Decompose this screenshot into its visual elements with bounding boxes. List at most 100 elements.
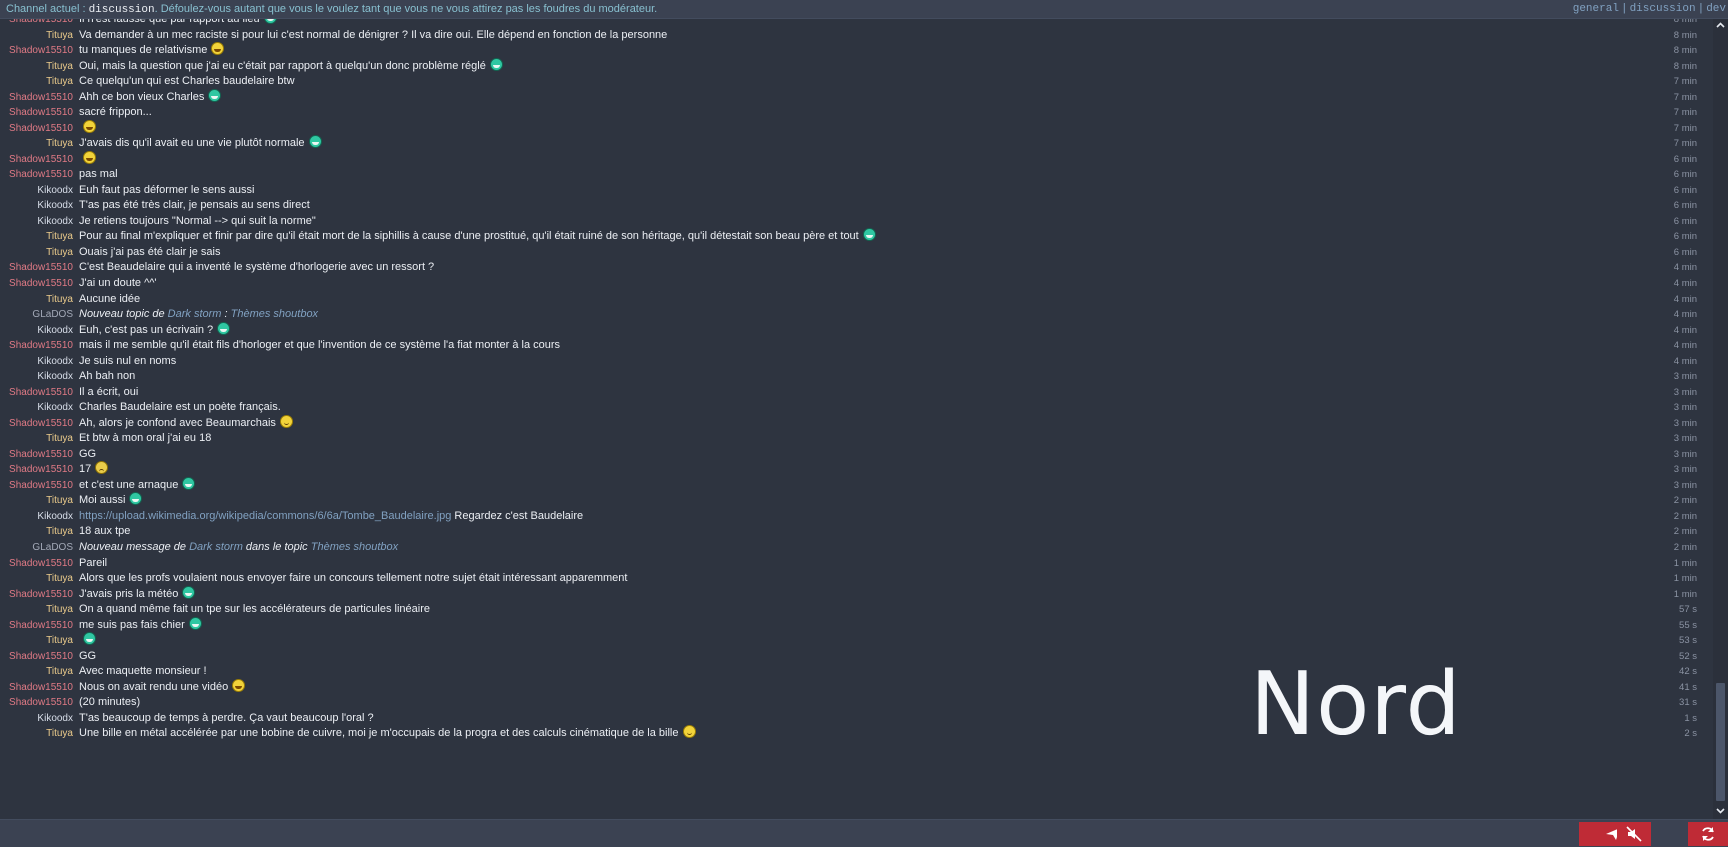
message-author[interactable]: Shadow15510 (9, 477, 73, 494)
message-text: Alors que les profs voulaient nous envoy… (79, 570, 627, 587)
message-timestamp: 3 min (1673, 386, 1697, 398)
message-author[interactable]: GLaDOS (32, 539, 73, 556)
message-fragment: Je suis nul en noms (79, 354, 177, 367)
message-author[interactable]: Kikoodx (37, 710, 73, 727)
topic-link[interactable]: Dark storm (189, 541, 243, 553)
topic-link[interactable]: Dark storm (168, 308, 222, 320)
message-timestamp: 2 min (1673, 542, 1697, 554)
message-author[interactable]: Shadow15510 (9, 337, 73, 354)
message-author[interactable]: Shadow15510 (9, 648, 73, 665)
message-text: T'as beaucoup de temps à perdre. Ça vaut… (79, 710, 374, 727)
message-fragment: J'avais dis qu'il avait eu une vie plutô… (79, 137, 305, 150)
message-author[interactable]: Shadow15510 (9, 42, 73, 59)
message-author[interactable]: Tituya (46, 430, 73, 447)
message-author[interactable]: Shadow15510 (9, 120, 73, 137)
message-timestamp: 7 min (1673, 107, 1697, 119)
message-author[interactable]: Shadow15510 (9, 151, 73, 168)
message-author[interactable]: Kikoodx (37, 508, 73, 525)
message-fragment: Ah, alors je confond avec Beaumarchais (79, 416, 276, 429)
message-text: Ah bah non (79, 368, 135, 385)
message-scrollbar[interactable] (1713, 19, 1728, 819)
message-author[interactable]: Tituya (46, 291, 73, 308)
message-author[interactable]: Tituya (46, 523, 73, 540)
message-row: Kikoodx Euh faut pas déformer le sens aus… (0, 182, 1712, 199)
message-link[interactable]: https://upload.wikimedia.org/wikipedia/c… (79, 510, 451, 522)
message-author[interactable]: Kikoodx (37, 368, 73, 385)
channel-link-discussion[interactable]: discussion (1630, 3, 1696, 15)
message-author[interactable]: Shadow15510 (9, 586, 73, 603)
message-author[interactable]: Tituya (46, 58, 73, 75)
message-author[interactable]: Tituya (46, 570, 73, 587)
message-row: Shadow15510 GG 3 min (0, 446, 1712, 463)
message-author[interactable]: Shadow15510 (9, 259, 73, 276)
topic-link[interactable]: Thèmes shoutbox (231, 308, 318, 320)
message-author[interactable]: Shadow15510 (9, 679, 73, 696)
message-text: mais il me semble qu'il était fils d'hor… (79, 337, 560, 354)
message-author[interactable]: Shadow15510 (9, 617, 73, 634)
message-author[interactable]: Kikoodx (37, 182, 73, 199)
message-author[interactable]: Shadow15510 (9, 89, 73, 106)
message-row: Tituya Ce quelqu'un qui est Charles baude… (0, 73, 1712, 90)
message-author[interactable]: Tituya (46, 601, 73, 618)
message-fragment: Ah bah non (79, 370, 136, 383)
message-author[interactable]: Shadow15510 (9, 384, 73, 401)
message-text: Avec maquette monsieur ! (79, 663, 207, 680)
channel-header: Channel actuel : discussion. Défoulez-vo… (0, 0, 1728, 19)
message-author[interactable]: Tituya (46, 228, 73, 245)
message-author[interactable]: GLaDOS (32, 306, 73, 323)
message-fragment: Et btw à mon oral j'ai eu 18 (79, 432, 212, 445)
topic-link[interactable]: Thèmes shoutbox (311, 541, 398, 553)
refresh-button[interactable] (1688, 822, 1728, 846)
message-text: Ah, alors je confond avec Beaumarchais (79, 414, 293, 432)
message-timestamp: 57 s (1679, 604, 1697, 616)
message-fragment: Ce quelqu'un qui est Charles baudelaire … (79, 75, 295, 88)
message-author[interactable]: Kikoodx (37, 399, 73, 416)
message-author[interactable]: Kikoodx (37, 197, 73, 214)
message-author[interactable]: Kikoodx (37, 322, 73, 339)
message-timestamp: 3 min (1673, 402, 1697, 414)
message-row: Shadow15510 C'est Beaudelaire qui a inven… (0, 259, 1712, 276)
message-fragment: Il a écrit, oui (79, 385, 139, 398)
channel-link-general[interactable]: general (1573, 3, 1619, 15)
message-author[interactable]: Shadow15510 (9, 555, 73, 572)
message-author[interactable]: Tituya (46, 492, 73, 509)
message-timestamp: 2 min (1673, 495, 1697, 507)
message-author[interactable]: Shadow15510 (9, 104, 73, 121)
message-text: Moi aussi (79, 492, 143, 509)
grin-emoji-icon (217, 321, 231, 335)
message-author[interactable]: Tituya (46, 632, 73, 649)
message-text: Euh, c'est pas un écrivain ? (79, 321, 231, 339)
scrollbar-thumb[interactable] (1716, 683, 1725, 801)
message-author[interactable]: Tituya (46, 135, 73, 152)
message-row: Tituya Et btw à mon oral j'ai eu 18 3 min (0, 430, 1712, 447)
channel-link-dev[interactable]: dev (1706, 3, 1726, 15)
message-fragment: Moi aussi (79, 494, 126, 507)
message-fragment: T'as beaucoup de temps à perdre. Ça vaut… (79, 711, 374, 724)
message-author[interactable]: Tituya (46, 725, 73, 742)
message-timestamp: 7 min (1673, 122, 1697, 134)
message-row: Kikoodx Je suis nul en noms 4 min (0, 353, 1712, 370)
mute-button[interactable] (1617, 822, 1651, 846)
grin-emoji-icon (129, 492, 143, 506)
scroll-down-arrow-icon[interactable] (1713, 805, 1728, 819)
message-text: J'avais pris la météo (79, 585, 196, 603)
message-author[interactable]: Shadow15510 (9, 275, 73, 292)
message-author[interactable]: Kikoodx (37, 353, 73, 370)
message-author[interactable]: Shadow15510 (9, 461, 73, 478)
message-author[interactable]: Tituya (46, 73, 73, 90)
message-row: Shadow15510 7 min (0, 119, 1712, 137)
message-author[interactable]: Shadow15510 (9, 694, 73, 711)
grin-emoji-icon (263, 19, 277, 24)
message-row: Tituya 18 aux tpe 2 min (0, 523, 1712, 540)
message-timestamp: 4 min (1673, 262, 1697, 274)
message-author[interactable]: Tituya (46, 27, 73, 44)
message-author[interactable]: Kikoodx (37, 213, 73, 230)
message-fragment: Nouveau topic de (79, 308, 168, 321)
message-author[interactable]: Shadow15510 (9, 166, 73, 183)
message-author[interactable]: Shadow15510 (9, 446, 73, 463)
scroll-up-arrow-icon[interactable] (1713, 19, 1728, 33)
message-fragment: Alors que les profs voulaient nous envoy… (79, 572, 628, 585)
message-author[interactable]: Tituya (46, 244, 73, 261)
message-author[interactable]: Tituya (46, 663, 73, 680)
message-author[interactable]: Shadow15510 (9, 415, 73, 432)
